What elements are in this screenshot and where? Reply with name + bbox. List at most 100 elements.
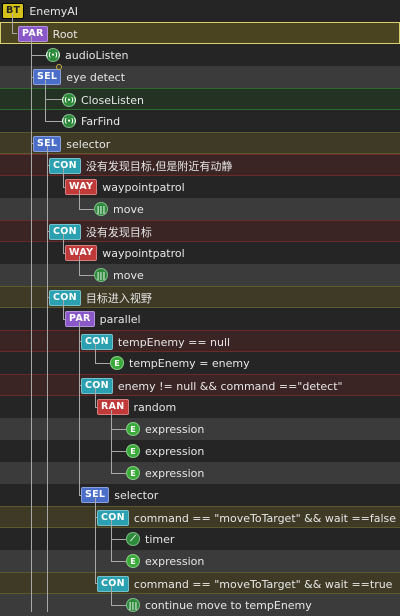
- tree-row[interactable]: WAY waypointpatrol: [0, 176, 400, 198]
- tree-node[interactable]: SEL selector: [81, 484, 158, 506]
- tree-connector-line: [31, 143, 33, 144]
- tree-row[interactable]: SEL selector: [0, 132, 400, 154]
- tree-node[interactable]: SEL selector: [33, 133, 110, 155]
- tree-node[interactable]: WAY waypointpatrol: [65, 242, 185, 264]
- tree-connector-line: [79, 190, 80, 209]
- tree-connector-line: [111, 520, 112, 561]
- tree-node[interactable]: ((•)) audioListen: [46, 44, 128, 66]
- tree-row[interactable]: RAN random: [0, 396, 400, 418]
- tree-node[interactable]: PAR parallel: [65, 308, 141, 330]
- tree-row[interactable]: PAR parallel: [0, 308, 400, 330]
- node-label: parallel: [99, 312, 141, 326]
- tree-connector-line: [95, 363, 110, 364]
- node-label: FarFind: [81, 114, 121, 128]
- tree-row[interactable]: CON 没有发现目标: [0, 220, 400, 242]
- tree-row[interactable]: Eexpression: [0, 418, 400, 440]
- tree-connector-line: [31, 55, 46, 56]
- tree-node[interactable]: ((•)) CloseListen: [62, 89, 144, 111]
- tree-row[interactable]: ||| move: [0, 198, 400, 220]
- tree-connector-line: [79, 209, 94, 210]
- expression-icon: E: [126, 554, 140, 568]
- tree-node[interactable]: ((•)) FarFind: [62, 110, 120, 132]
- tree-connector-line: [79, 322, 80, 495]
- expression-icon: E: [126, 444, 140, 458]
- expression-icon: E: [110, 356, 124, 370]
- tree-row[interactable]: CON tempEnemy == null: [0, 330, 400, 352]
- tree-row[interactable]: CON command == "moveToTarget" && wait ==t…: [0, 572, 400, 594]
- tree-connector-line: [47, 146, 48, 612]
- tree-row[interactable]: PAR Root: [0, 22, 400, 44]
- node-label: enemy != null && command =="detect": [117, 379, 343, 393]
- tree-connector-line: [95, 388, 96, 407]
- expression-icon: E: [126, 466, 140, 480]
- tree-connector-line: [111, 473, 126, 474]
- node-label: selector: [114, 488, 159, 502]
- tree-row[interactable]: CON command == "moveToTarget" && wait ==f…: [0, 506, 400, 528]
- node-label: selector: [66, 137, 111, 151]
- node-label: tempEnemy == null: [117, 335, 231, 349]
- tree-connector-line: [63, 300, 64, 319]
- tree-node[interactable]: WAY waypointpatrol: [65, 176, 185, 198]
- tree-connector-line: [79, 495, 81, 496]
- tree-row[interactable]: ((•)) audioListen: [0, 44, 400, 66]
- tree-row[interactable]: CON enemy != null && command =="detect": [0, 374, 400, 396]
- tree-row[interactable]: Eexpression: [0, 440, 400, 462]
- node-label: EnemyAI: [29, 4, 79, 18]
- node-label: expression: [145, 466, 205, 480]
- ran-badge: RAN: [97, 399, 129, 415]
- tree-node[interactable]: EtempEnemy = enemy: [110, 352, 250, 374]
- tree-row[interactable]: EtempEnemy = enemy: [0, 352, 400, 374]
- tree-row[interactable]: ||| move: [0, 264, 400, 286]
- tree-row[interactable]: CON 没有发现目标,但是附近有动静: [0, 154, 400, 176]
- tree-node[interactable]: CON command == "moveToTarget" && wait ==t…: [97, 573, 392, 595]
- tree-node[interactable]: ⟋ timer: [126, 528, 174, 550]
- node-label: expression: [145, 422, 205, 436]
- tree-node[interactable]: CON 没有发现目标: [49, 221, 152, 243]
- tree-connector-line: [95, 407, 97, 408]
- tree-node[interactable]: ||| move: [94, 264, 144, 286]
- listen-icon: ((•)): [46, 48, 60, 62]
- tree-node[interactable]: CON tempEnemy == null: [81, 331, 230, 353]
- tree-node[interactable]: ||| move: [94, 198, 144, 220]
- timer-icon: ⟋: [126, 532, 140, 546]
- tree-row[interactable]: WAY waypointpatrol: [0, 242, 400, 264]
- node-label: continue move to tempEnemy: [145, 598, 312, 612]
- tree-node[interactable]: BT EnemyAI: [2, 0, 78, 22]
- tree-row[interactable]: SEL selector: [0, 484, 400, 506]
- sel-badge: SEL: [33, 69, 62, 85]
- tree-connector-line: [111, 429, 126, 430]
- listen-icon: ((•)): [62, 114, 76, 128]
- con-badge: CON: [81, 334, 113, 350]
- way-badge: WAY: [65, 179, 98, 195]
- tree-node[interactable]: SEL eye detect: [33, 66, 125, 88]
- node-label: waypointpatrol: [102, 246, 185, 260]
- listen-icon: ((•)): [62, 93, 76, 107]
- tree-node[interactable]: CON command == "moveToTarget" && wait ==f…: [97, 507, 396, 529]
- tree-connector-line: [12, 14, 13, 33]
- tree-node[interactable]: Eexpression: [126, 550, 204, 572]
- tree-row[interactable]: BT EnemyAI: [0, 0, 400, 22]
- tree-connector-line: [111, 561, 126, 562]
- tree-node[interactable]: CON 目标进入视野: [49, 287, 152, 309]
- con-badge: CON: [49, 290, 81, 306]
- node-label: random: [133, 400, 177, 414]
- tree-row[interactable]: ⟋ timer: [0, 528, 400, 550]
- tree-node[interactable]: CON 没有发现目标,但是附近有动静: [49, 155, 232, 177]
- tree-row[interactable]: ||| continue move to tempEnemy: [0, 594, 400, 616]
- tree-node[interactable]: Eexpression: [126, 440, 204, 462]
- node-label: timer: [145, 532, 175, 546]
- tree-node[interactable]: PAR Root: [18, 23, 78, 45]
- tree-connector-line: [111, 605, 126, 606]
- tree-node[interactable]: Eexpression: [126, 418, 204, 440]
- tree-node[interactable]: Eexpression: [126, 462, 204, 484]
- tree-row[interactable]: Eexpression: [0, 550, 400, 572]
- tree-node[interactable]: RAN random: [97, 396, 176, 418]
- tree-connector-line: [45, 121, 62, 122]
- con-badge: CON: [49, 224, 81, 240]
- tree-node[interactable]: ||| continue move to tempEnemy: [126, 594, 312, 616]
- tree-connector-line: [95, 517, 97, 518]
- tree-connector-line: [31, 36, 32, 612]
- tree-row[interactable]: Eexpression: [0, 462, 400, 484]
- tree-row[interactable]: CON 目标进入视野: [0, 286, 400, 308]
- tree-node[interactable]: CON enemy != null && command =="detect": [81, 375, 343, 397]
